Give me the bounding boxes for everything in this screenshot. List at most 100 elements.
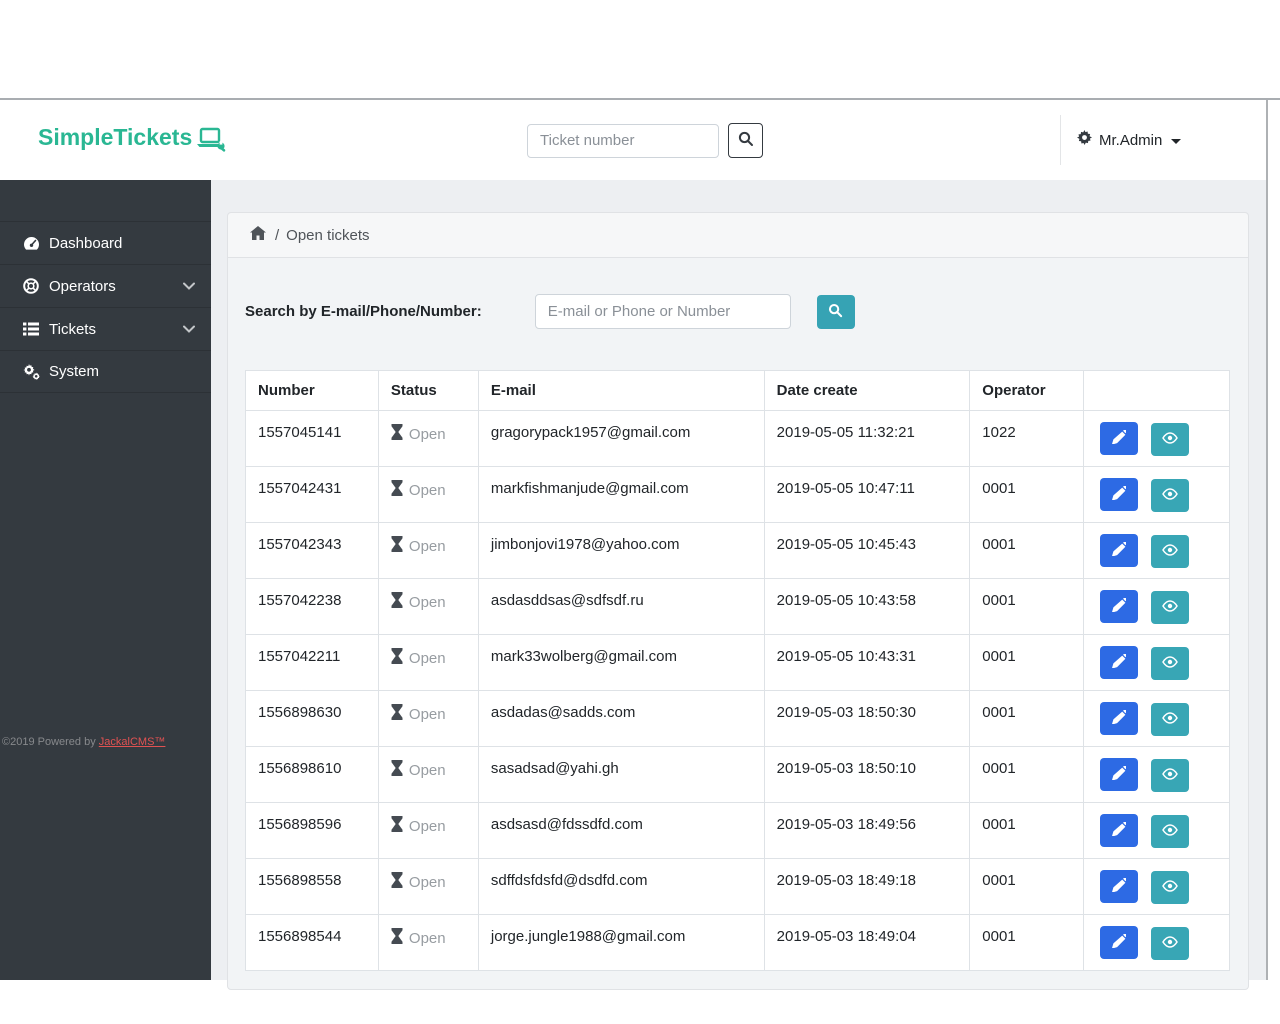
cell-operator: 0001	[969, 522, 1085, 579]
eye-icon	[1162, 711, 1179, 727]
cell-operator: 0001	[969, 914, 1085, 971]
cell-operator: 0001	[969, 466, 1085, 523]
hourglass-icon	[391, 760, 403, 780]
cell-email: asdasddsas@sdfsdf.ru	[477, 578, 765, 635]
sidebar: Dashboard Operators Tickets System ©2019…	[0, 180, 211, 980]
edit-ticket-button[interactable]	[1100, 757, 1139, 791]
view-ticket-button[interactable]	[1151, 590, 1190, 624]
life-ring-icon	[22, 278, 40, 294]
breadcrumb-current: Open tickets	[286, 226, 370, 244]
ticket-search-button[interactable]	[728, 123, 763, 158]
pencil-icon	[1112, 708, 1128, 727]
table-row: 1557045141 Open gragorypack1957@gmail.co…	[245, 410, 1230, 467]
chevron-down-icon	[183, 325, 195, 333]
pencil-icon	[1112, 876, 1128, 895]
hourglass-icon	[391, 648, 403, 668]
cell-status: Open	[377, 634, 479, 691]
pencil-icon	[1112, 652, 1128, 671]
cell-number: 1556898630	[245, 690, 379, 747]
status-label: Open	[408, 649, 446, 667]
cell-number: 1556898558	[245, 858, 379, 915]
email-search-button[interactable]	[816, 294, 855, 329]
laptop-wrench-icon	[196, 127, 226, 158]
cell-number: 1557042211	[245, 634, 379, 691]
search-icon	[738, 131, 754, 150]
view-ticket-button[interactable]	[1151, 870, 1190, 904]
user-menu[interactable]: Mr.Admin	[1060, 115, 1260, 165]
view-ticket-button[interactable]	[1151, 926, 1190, 960]
sidebar-item-label: System	[49, 363, 100, 380]
table-row: 1557042211 Open mark33wolberg@gmail.com …	[245, 634, 1230, 691]
page: SimpleTickets Ticket number Mr.Admin Das…	[0, 100, 1268, 990]
view-ticket-button[interactable]	[1151, 478, 1190, 512]
edit-ticket-button[interactable]	[1100, 589, 1139, 623]
table-row: 1557042431 Open markfishmanjude@gmail.co…	[245, 466, 1230, 523]
edit-ticket-button[interactable]	[1100, 477, 1139, 511]
view-ticket-button[interactable]	[1151, 758, 1190, 792]
caret-down-icon	[1171, 138, 1182, 144]
home-icon[interactable]	[250, 226, 266, 244]
cell-number: 1556898544	[245, 914, 379, 971]
cell-email: gragorypack1957@gmail.com	[477, 410, 765, 467]
status-label: Open	[408, 761, 446, 779]
cell-operator: 0001	[969, 578, 1085, 635]
edit-ticket-button[interactable]	[1100, 533, 1139, 567]
cell-date-create: 2019-05-05 10:45:43	[763, 522, 971, 579]
sidebar-item-system[interactable]: System	[0, 350, 211, 393]
table-row: 1557042343 Open jimbonjovi1978@yahoo.com…	[245, 522, 1230, 579]
hourglass-icon	[391, 816, 403, 836]
cell-date-create: 2019-05-03 18:50:30	[763, 690, 971, 747]
table-row: 1556898630 Open asdadas@sadds.com 2019-0…	[245, 690, 1230, 747]
copyright-text: ©2019 Powered by	[2, 736, 96, 748]
sidebar-item-label: Tickets	[49, 320, 96, 338]
sidebar-item-dashboard[interactable]: Dashboard	[0, 221, 211, 264]
table-row: 1556898596 Open asdsasd@fdssdfd.com 2019…	[245, 802, 1230, 859]
edit-ticket-button[interactable]	[1100, 421, 1139, 455]
cell-date-create: 2019-05-03 18:49:18	[763, 858, 971, 915]
email-search-input[interactable]	[534, 294, 791, 329]
cell-actions	[1083, 802, 1230, 859]
edit-ticket-button[interactable]	[1100, 645, 1139, 679]
sidebar-item-operators[interactable]: Operators	[0, 264, 211, 307]
status-label: Open	[408, 817, 446, 835]
jackalcms-link[interactable]: JackalCMS™	[99, 736, 166, 748]
cell-email: sasadsad@yahi.gh	[477, 746, 765, 803]
view-ticket-button[interactable]	[1151, 814, 1190, 848]
status-label: Open	[408, 929, 446, 947]
list-icon	[22, 322, 40, 336]
hourglass-icon	[391, 928, 403, 948]
cell-date-create: 2019-05-05 11:32:21	[763, 410, 971, 467]
cell-operator: 0001	[969, 802, 1085, 859]
ticket-number-input[interactable]	[527, 123, 719, 158]
edit-ticket-button[interactable]	[1100, 701, 1139, 735]
sidebar-footer: ©2019 Powered by JackalCMS™	[2, 736, 165, 748]
tickets-table-body: 1557045141 Open gragorypack1957@gmail.co…	[245, 410, 1230, 971]
edit-ticket-button[interactable]	[1100, 925, 1139, 959]
view-ticket-button[interactable]	[1151, 702, 1190, 736]
cell-actions	[1083, 746, 1230, 803]
table-row: 1556898544 Open jorge.jungle1988@gmail.c…	[245, 914, 1230, 971]
edit-ticket-button[interactable]	[1100, 869, 1139, 903]
cell-email: asdsasd@fdssdfd.com	[477, 802, 765, 859]
cell-operator: 1022	[969, 410, 1085, 467]
pencil-icon	[1112, 428, 1128, 447]
cell-operator: 0001	[969, 690, 1085, 747]
eye-icon	[1162, 431, 1179, 447]
view-ticket-button[interactable]	[1151, 534, 1190, 568]
cell-status: Open	[377, 690, 479, 747]
table-row: 1556898558 Open sdffdsfdsfd@dsdfd.com 20…	[245, 858, 1230, 915]
cell-status: Open	[377, 802, 479, 859]
cell-status: Open	[377, 466, 479, 523]
cell-number: 1557042343	[245, 522, 379, 579]
cell-operator: 0001	[969, 858, 1085, 915]
cell-status: Open	[377, 746, 479, 803]
view-ticket-button[interactable]	[1151, 422, 1190, 456]
edit-ticket-button[interactable]	[1100, 813, 1139, 847]
view-ticket-button[interactable]	[1151, 646, 1190, 680]
pencil-icon	[1112, 820, 1128, 839]
sidebar-item-tickets[interactable]: Tickets	[0, 307, 211, 350]
cell-date-create: 2019-05-05 10:47:11	[763, 466, 971, 523]
brand-logo[interactable]: SimpleTickets	[38, 124, 226, 158]
cell-email: markfishmanjude@gmail.com	[477, 466, 765, 523]
eye-icon	[1162, 879, 1179, 895]
